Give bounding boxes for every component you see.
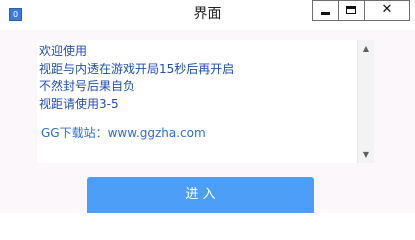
title-bar[interactable]: 0 界面 ✕ — [0, 0, 415, 30]
enter-button[interactable]: 进 入 — [87, 177, 314, 213]
info-line: 欢迎使用 — [39, 44, 88, 58]
info-text: 欢迎使用 视距与内透在游戏开局15秒后再开启 不然封号后果自负 视距请使用3-5 — [39, 43, 355, 113]
info-line: 不然封号后果自负 — [39, 79, 136, 93]
scroll-down-icon[interactable]: ▼ — [358, 146, 374, 163]
close-button[interactable]: ✕ — [364, 0, 410, 21]
vertical-scrollbar[interactable]: ▲ ▼ — [357, 40, 374, 163]
watermark-text: GG下载站：www.ggzha.com — [41, 126, 206, 140]
info-textbox[interactable]: 欢迎使用 视距与内透在游戏开局15秒后再开启 不然封号后果自负 视距请使用3-5… — [37, 40, 374, 163]
main-window: 0 界面 ✕ 欢迎使用 视距与内透在游戏开局15秒后再开启 不然封号后果自负 视… — [0, 0, 415, 213]
close-icon: ✕ — [381, 2, 393, 17]
minimize-button[interactable] — [312, 0, 338, 21]
info-line: 视距与内透在游戏开局15秒后再开启 — [39, 61, 235, 76]
scroll-up-icon[interactable]: ▲ — [358, 40, 374, 57]
maximize-button[interactable] — [338, 0, 364, 21]
info-line: 视距请使用3-5 — [39, 96, 119, 111]
